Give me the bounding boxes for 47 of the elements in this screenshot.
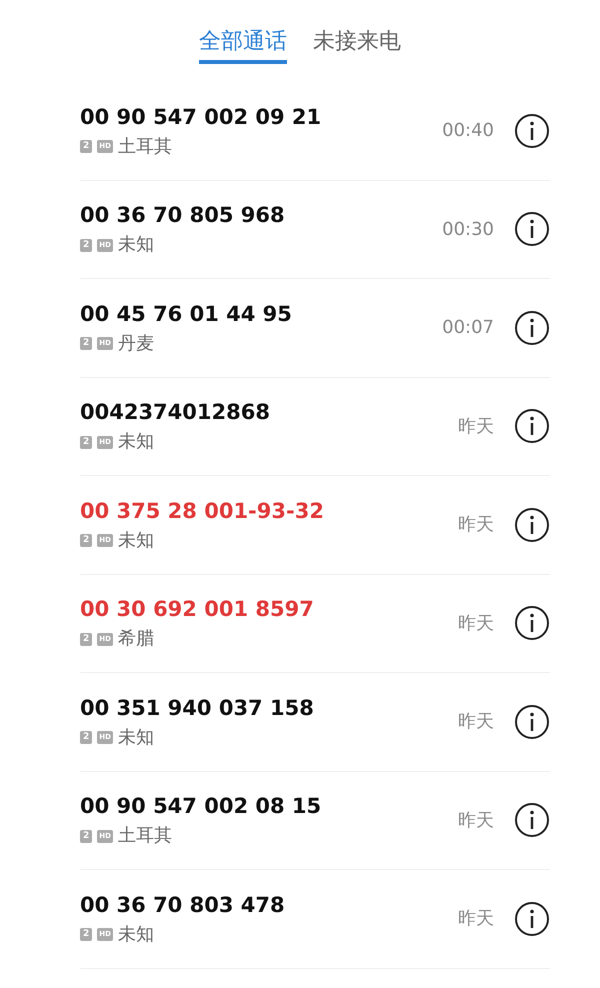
sim-badge: 2 — [80, 238, 92, 252]
location-label: 未知 — [118, 528, 154, 553]
info-icon[interactable] — [514, 211, 550, 248]
info-icon[interactable] — [514, 408, 550, 444]
sim-badge: 2 — [80, 140, 92, 154]
sim-badge: 2 — [80, 731, 92, 744]
phone-number: 00 36 70 805 968 — [80, 202, 286, 230]
call-time: 昨天 — [458, 612, 494, 636]
location-label: 土耳其 — [118, 824, 172, 848]
phone-number: 0042374012868 — [80, 399, 271, 426]
info-icon[interactable] — [514, 900, 550, 937]
call-time: 00:40 — [442, 119, 494, 144]
phone-number: 00 90 547 002 09 21 — [80, 104, 322, 131]
call-time: 昨天 — [458, 513, 494, 538]
phone-number: 00 375 28 001-93-32 — [80, 498, 325, 525]
tab[interactable]: 全部通话 — [199, 24, 287, 64]
location-label: 未知 — [118, 430, 154, 454]
info-icon[interactable] — [514, 704, 550, 740]
call-time: 00:30 — [442, 218, 494, 242]
sim-badge: 2 — [80, 436, 92, 449]
sim-badge: 2 — [80, 534, 92, 548]
sim-badge: 2 — [80, 337, 92, 350]
info-icon[interactable] — [514, 802, 550, 838]
sim-badge: 2 — [80, 830, 92, 843]
call-time: 00:07 — [442, 316, 494, 340]
info-icon[interactable] — [514, 605, 550, 642]
info-icon[interactable] — [514, 112, 550, 149]
phone-number: 00 45 76 01 44 95 — [80, 300, 293, 328]
location-label: 未知 — [118, 233, 154, 258]
sim-badge: 2 — [80, 928, 92, 942]
call-time: 昨天 — [458, 710, 494, 734]
phone-number: 00 351 940 037 158 — [80, 694, 315, 722]
location-label: 未知 — [118, 922, 154, 947]
phone-number: 00 90 547 002 08 15 — [80, 793, 322, 820]
location-label: 丹麦 — [118, 332, 154, 356]
phone-number: 00 30 692 001 8597 — [80, 596, 315, 624]
location-label: 希腊 — [118, 627, 154, 652]
tab[interactable]: 未接来电 — [313, 24, 401, 64]
info-icon[interactable] — [514, 310, 550, 346]
info-icon[interactable] — [514, 506, 550, 543]
call-time: 昨天 — [458, 907, 494, 932]
sim-badge: 2 — [80, 632, 92, 646]
location-label: 土耳其 — [118, 134, 172, 159]
location-label: 未知 — [118, 726, 154, 750]
call-time: 昨天 — [458, 808, 494, 833]
call-time: 昨天 — [458, 414, 494, 439]
phone-number: 00 36 70 803 478 — [80, 892, 286, 919]
